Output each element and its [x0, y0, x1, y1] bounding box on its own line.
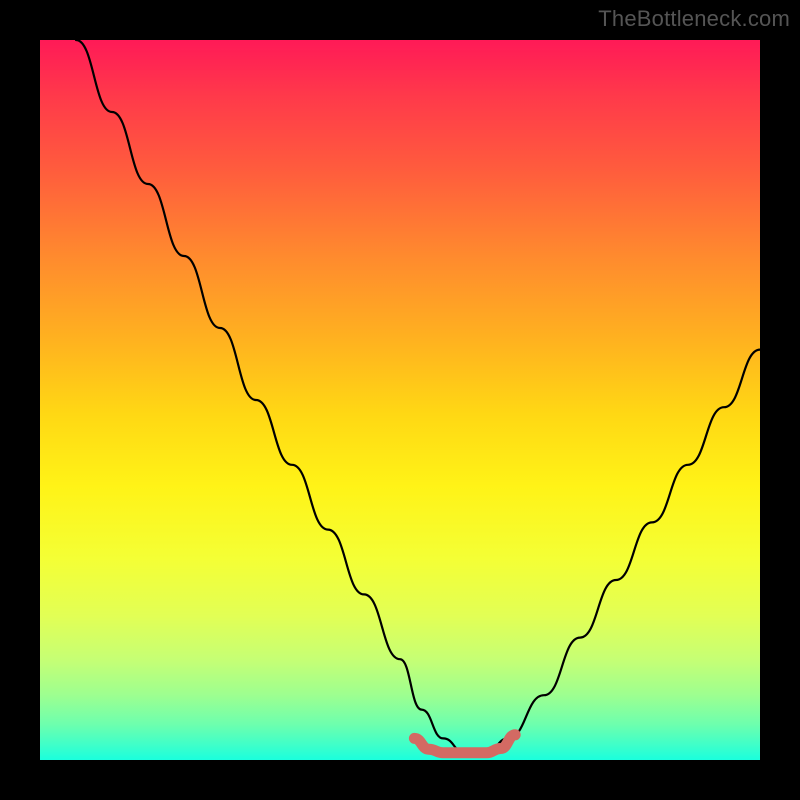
watermark-text: TheBottleneck.com	[598, 6, 790, 32]
curve-line	[76, 40, 760, 753]
chart-svg	[40, 40, 760, 760]
chart-frame: TheBottleneck.com	[0, 0, 800, 800]
chart-plot-area	[40, 40, 760, 760]
highlight-segment	[414, 735, 515, 753]
